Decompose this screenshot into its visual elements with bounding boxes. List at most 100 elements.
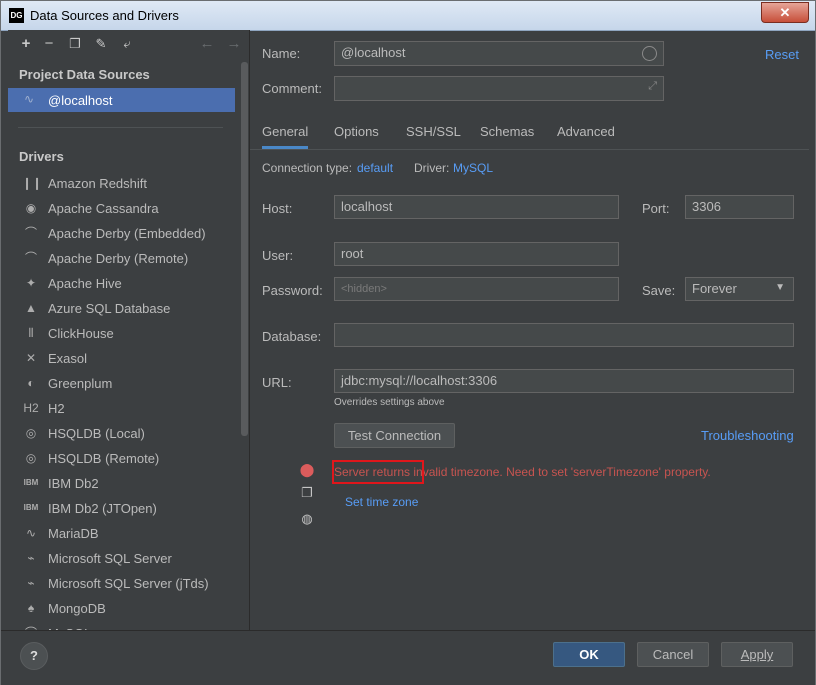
- driver-item[interactable]: ◎ HSQLDB (Remote): [8, 446, 235, 471]
- color-circle-icon[interactable]: [642, 46, 657, 61]
- highlight-box: [332, 460, 424, 484]
- tab-schemas[interactable]: Schemas: [480, 124, 534, 139]
- tab-general[interactable]: General: [262, 124, 309, 149]
- test-connection-button[interactable]: Test Connection: [334, 423, 455, 448]
- driver-icon: ▲: [25, 301, 37, 315]
- data-source-item-localhost[interactable]: ∿ @localhost: [8, 88, 235, 112]
- copy-icon[interactable]: ❐: [299, 485, 315, 501]
- driver-icon: ∿: [25, 526, 37, 540]
- name-field[interactable]: @localhost: [334, 41, 664, 66]
- password-field[interactable]: <hidden>: [334, 277, 619, 301]
- error-icon: ⬤: [299, 462, 315, 477]
- driver-item[interactable]: ◉ Apache Cassandra: [8, 196, 235, 221]
- reset-link[interactable]: Reset: [765, 47, 799, 62]
- driver-label: H2: [48, 401, 65, 416]
- driver-icon: ✕: [25, 351, 37, 365]
- left-toolbar: + − ❐ ✎ ⤶ ← →: [8, 30, 249, 60]
- driver-label: HSQLDB (Remote): [48, 451, 160, 466]
- chevron-down-icon: ▼: [775, 282, 785, 293]
- driver-icon: IBM: [23, 503, 39, 512]
- forward-arrow-icon[interactable]: →: [225, 35, 243, 53]
- remove-icon[interactable]: −: [40, 35, 58, 53]
- driver-link[interactable]: MySQL: [453, 161, 493, 175]
- driver-icon: ◐: [27, 376, 35, 390]
- close-window-button[interactable]: ✕: [761, 2, 809, 23]
- driver-item[interactable]: H2 H2: [8, 396, 235, 421]
- driver-icon: ⌒: [24, 226, 37, 240]
- driver-label: Azure SQL Database: [48, 301, 171, 316]
- window-title: Data Sources and Drivers: [30, 8, 179, 23]
- user-field[interactable]: root: [334, 242, 619, 266]
- user-label: User:: [262, 248, 294, 263]
- driver-item[interactable]: ⌒ Apache Derby (Embedded): [8, 221, 235, 246]
- driver-item[interactable]: ✕ Exasol: [8, 346, 235, 371]
- import-icon[interactable]: ⤶: [118, 35, 136, 53]
- save-label: Save:: [642, 283, 676, 298]
- tab-ssh-ssl[interactable]: SSH/SSL: [406, 124, 461, 139]
- host-field[interactable]: localhost: [334, 195, 619, 219]
- driver-item[interactable]: ⦀ ClickHouse: [8, 321, 235, 346]
- back-arrow-icon[interactable]: ←: [198, 35, 216, 53]
- globe-icon[interactable]: ◍: [299, 511, 315, 527]
- driver-item[interactable]: ✦ Apache Hive: [8, 271, 235, 296]
- driver-label: Amazon Redshift: [48, 176, 147, 191]
- comment-label: Comment:: [262, 81, 322, 96]
- driver-icon: H2: [23, 401, 39, 415]
- driver-label: Microsoft SQL Server: [48, 551, 172, 566]
- driver-icon: ⌒: [24, 251, 37, 265]
- driver-item[interactable]: ◎ HSQLDB (Local): [8, 421, 235, 446]
- driver-label: Exasol: [48, 351, 88, 366]
- driver-item[interactable]: ▲ Azure SQL Database: [8, 296, 235, 321]
- driver-label: MongoDB: [48, 601, 106, 616]
- driver-label: Apache Derby (Embedded): [48, 226, 206, 241]
- driver-item[interactable]: ⌒MySQL: [8, 621, 235, 630]
- driver-item[interactable]: ❙❙ Amazon Redshift: [8, 171, 235, 196]
- database-field[interactable]: [334, 323, 794, 347]
- driver-label: IBM Db2 (JTOpen): [48, 501, 157, 516]
- driver-icon: IBM: [23, 478, 39, 487]
- tab-advanced[interactable]: Advanced: [557, 124, 615, 139]
- title-bar: DG Data Sources and Drivers ✕: [1, 1, 815, 31]
- driver-label: MariaDB: [48, 526, 99, 541]
- url-label: URL:: [262, 375, 292, 390]
- driver-item[interactable]: ⌒ Apache Derby (Remote): [8, 246, 235, 271]
- url-field[interactable]: jdbc:mysql://localhost:3306: [334, 369, 794, 393]
- expand-icon[interactable]: ⤢: [648, 80, 657, 93]
- app-logo-icon: DG: [9, 8, 24, 23]
- details-panel: Name: @localhost Reset Comment: ⤢ Genera…: [250, 30, 815, 630]
- driver-icon: ⌁: [27, 551, 35, 565]
- driver-item[interactable]: ◐ Greenplum: [8, 371, 235, 396]
- driver-item[interactable]: ♠ MongoDB: [8, 596, 235, 621]
- driver-item[interactable]: ⌁ Microsoft SQL Server (jTds): [8, 571, 235, 596]
- help-button[interactable]: ?: [20, 642, 48, 670]
- name-value: @localhost: [341, 45, 406, 60]
- url-hint: Overrides settings above: [334, 397, 445, 408]
- host-label: Host:: [262, 201, 293, 216]
- connection-type-link[interactable]: default: [357, 161, 393, 175]
- wrench-icon[interactable]: ✎: [92, 35, 110, 53]
- drivers-heading: Drivers: [19, 149, 64, 164]
- driver-item[interactable]: ∿ MariaDB: [8, 521, 235, 546]
- name-label: Name:: [262, 46, 301, 61]
- add-icon[interactable]: +: [17, 35, 35, 53]
- drivers-scrollbar[interactable]: [241, 62, 248, 436]
- driver-item[interactable]: IBM IBM Db2 (JTOpen): [8, 496, 235, 521]
- tab-options[interactable]: Options: [334, 124, 379, 139]
- troubleshooting-link[interactable]: Troubleshooting: [701, 428, 794, 443]
- duplicate-icon[interactable]: ❐: [66, 35, 84, 53]
- apply-button[interactable]: Apply: [721, 642, 793, 667]
- driver-icon: ◎: [25, 426, 37, 440]
- project-data-sources-heading: Project Data Sources: [19, 67, 150, 82]
- settings-tabs: General Options SSH/SSL Schemas Advanced: [250, 119, 809, 150]
- driver-item[interactable]: ⌁ Microsoft SQL Server: [8, 546, 235, 571]
- connection-type-label: Connection type:: [262, 161, 353, 175]
- comment-field[interactable]: ⤢: [334, 76, 664, 101]
- ok-button[interactable]: OK: [553, 642, 625, 667]
- cancel-button[interactable]: Cancel: [637, 642, 709, 667]
- port-field[interactable]: 3306: [685, 195, 794, 219]
- save-dropdown[interactable]: Forever ▼: [685, 277, 794, 301]
- set-time-zone-link[interactable]: Set time zone: [345, 495, 418, 509]
- driver-icon: ♠: [27, 601, 35, 615]
- driver-item[interactable]: IBM IBM Db2: [8, 471, 235, 496]
- driver-icon: ❙❙: [22, 176, 43, 190]
